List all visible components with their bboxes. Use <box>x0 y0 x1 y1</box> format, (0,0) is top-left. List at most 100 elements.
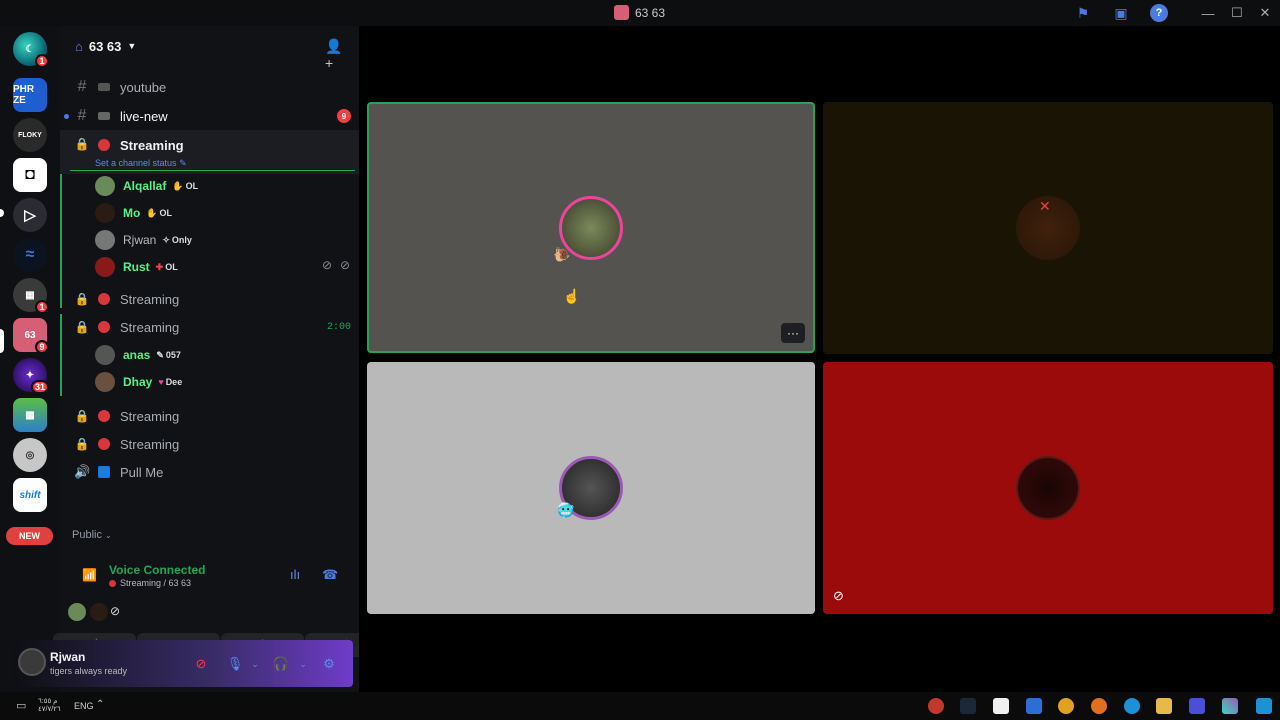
server-floky[interactable]: FLOKY <box>13 118 47 152</box>
channel-pull-me[interactable]: 🔊 Pull Me <box>60 459 359 485</box>
deafened-icon: ⊘ <box>833 588 844 603</box>
clock[interactable]: م ٦:٥٥ ٤٧/٧/٢٦ <box>38 698 61 714</box>
voice-user[interactable]: Alqallaf ✋ OL <box>95 174 198 198</box>
invite-user-icon[interactable]: 👤+ <box>325 38 343 71</box>
server-label: shift <box>19 489 41 501</box>
headphones-icon[interactable]: 🎧 <box>272 655 290 673</box>
tag-text: Only <box>171 235 192 245</box>
hidden <box>18 603 36 621</box>
app-icon-copilot[interactable] <box>1222 698 1238 714</box>
disconnect-icon[interactable]: ☎ <box>322 567 338 583</box>
settings-gear-icon[interactable]: ⚙ <box>320 655 338 673</box>
participant-avatar[interactable] <box>68 603 86 621</box>
guild-header[interactable]: ⌂ 63 63 ▼ <box>60 26 359 66</box>
server-shift[interactable]: shift <box>13 478 47 512</box>
chevron-down-icon[interactable]: ⌄ <box>294 655 312 673</box>
red-circle-icon <box>109 579 116 587</box>
user-panel: Rjwan tigers always ready ⊘ 🎙 ⌄ 🎧 ⌄ ⚙ <box>14 640 353 687</box>
server-group-1[interactable]: ▦ 1 <box>13 278 49 314</box>
help-icon[interactable]: ? <box>1150 4 1168 22</box>
voice-user[interactable]: Mo ✋ OL <box>95 201 172 225</box>
app-icon-teams[interactable] <box>1189 698 1205 714</box>
title-bar: 63 63 ⚑ ▣ ? — ☐ ✕ <box>0 0 1280 26</box>
app-icon-edge[interactable] <box>1124 698 1140 714</box>
app-icon-folder[interactable] <box>1156 698 1172 714</box>
heart-icon: ♥ <box>158 377 164 387</box>
app-icon-mail[interactable] <box>1026 698 1042 714</box>
voice-connected-title[interactable]: Voice Connected <box>109 563 205 577</box>
app-icon-browser[interactable] <box>1091 698 1107 714</box>
video-tile[interactable]: ✕ <box>823 102 1273 354</box>
voice-user[interactable]: anas ✎ 057 <box>95 343 181 367</box>
channel-timer: 2:00 <box>326 321 351 333</box>
chevron-down-icon[interactable]: ⌄ <box>246 655 264 673</box>
mic-icon[interactable]: 🎙 <box>226 655 244 673</box>
app-icon-store[interactable] <box>993 698 1009 714</box>
voice-user[interactable]: Rjwan ✧ Only <box>95 228 192 252</box>
channel-live-new[interactable]: # live-new 9 <box>60 103 359 129</box>
channel-streaming[interactable]: 🔒 Streaming <box>60 431 359 457</box>
channel-status-text: Set a channel status <box>95 158 177 168</box>
voice-connected-subtitle[interactable]: Streaming / 63 63 <box>109 578 191 588</box>
tag-icon: ✎ <box>156 349 164 360</box>
voice-user[interactable]: Rust ✚ OL <box>95 255 178 279</box>
window-title: 63 63 <box>614 5 665 20</box>
channel-streaming[interactable]: 🔒 Streaming 2:00 <box>60 314 359 340</box>
video-off-icon[interactable]: ⊘ <box>110 604 120 618</box>
server-purple[interactable]: ✦ 31 <box>13 358 49 394</box>
flag-icon[interactable]: ⚑ <box>1074 4 1092 22</box>
channel-name: live-new <box>120 108 168 124</box>
app-icon-chrome[interactable] <box>1058 698 1074 714</box>
voice-user[interactable]: Dhay ♥ Dee <box>95 370 182 394</box>
tag-icon: ✧ <box>162 234 170 245</box>
close-window-button[interactable]: ✕ <box>1252 3 1278 23</box>
server-phraze[interactable]: PHR ZE <box>13 78 47 112</box>
user-tag: ✚ OL <box>156 262 178 273</box>
avatar <box>95 372 115 392</box>
channel-streaming[interactable]: 🔒 Streaming <box>60 403 359 429</box>
voice-stage: 🐌 ☝ ··· ✕ 🥶 ⊘ <box>359 26 1280 692</box>
avatar <box>95 257 115 277</box>
video-tile-speaking[interactable]: 🐌 ☝ ··· <box>367 102 815 353</box>
locked-voice-icon: 🔒 <box>74 437 90 451</box>
user-avatar[interactable] <box>18 648 46 676</box>
signal-icon[interactable]: 📶 <box>82 568 97 582</box>
server-wave-icon[interactable]: ≈ <box>13 238 47 272</box>
video-tile[interactable]: ⊘ <box>823 362 1273 614</box>
noise-suppression-icon[interactable]: ılı <box>290 567 300 582</box>
windows-taskbar: ▭ م ٦:٥٥ ٤٧/٧/٢٦ ENG ⌃ <box>0 692 1280 720</box>
app-icon-steam[interactable] <box>960 698 976 714</box>
notification-icon[interactable]: ▭ <box>16 699 26 712</box>
channel-status-hint[interactable]: Set a channel status ✎ <box>95 158 187 169</box>
server-emblem-icon[interactable]: ◎ <box>13 438 47 472</box>
maximize-button[interactable]: ☐ <box>1224 3 1250 23</box>
app-icon-record[interactable] <box>928 698 944 714</box>
channel-youtube[interactable]: # youtube <box>60 74 359 100</box>
camera-off-icon[interactable]: ⊘ <box>192 655 210 673</box>
chevron-up-icon[interactable]: ⌃ <box>96 699 104 710</box>
minimize-button[interactable]: — <box>1195 3 1221 23</box>
locked-voice-icon: 🔒 <box>74 320 90 334</box>
participant-avatar[interactable] <box>90 603 108 621</box>
channel-streaming[interactable]: 🔒 Streaming <box>60 286 359 312</box>
red-circle-icon <box>98 321 110 333</box>
server-frame-icon[interactable]: ◘ <box>13 158 47 192</box>
blue-square-icon <box>98 466 110 478</box>
server-mini-icon <box>614 5 629 20</box>
channel-streaming-active[interactable]: 🔒 Streaming Set a channel status ✎ <box>60 130 359 174</box>
language-indicator[interactable]: ENG <box>74 701 94 711</box>
more-options-button[interactable]: ··· <box>781 323 805 343</box>
clock-date: ٤٧/٧/٢٦ <box>38 706 61 713</box>
tag-text: OL <box>165 262 178 272</box>
server-play-icon[interactable]: ▷ <box>13 198 47 232</box>
red-circle-icon <box>98 293 110 305</box>
video-tile[interactable]: 🥶 <box>367 362 815 614</box>
server-63[interactable]: 63 9 <box>13 318 49 354</box>
muted-mic-icon: ⊘ <box>322 258 333 272</box>
start-icon[interactable] <box>1256 698 1272 714</box>
screen-share-icon[interactable]: ▣ <box>1112 4 1130 22</box>
user-name[interactable]: Rjwan <box>50 650 85 664</box>
server-minecraft-icon[interactable]: ▩ <box>13 398 47 432</box>
home-server[interactable]: ☾ 1 <box>13 32 49 68</box>
user-name: anas <box>123 348 151 362</box>
